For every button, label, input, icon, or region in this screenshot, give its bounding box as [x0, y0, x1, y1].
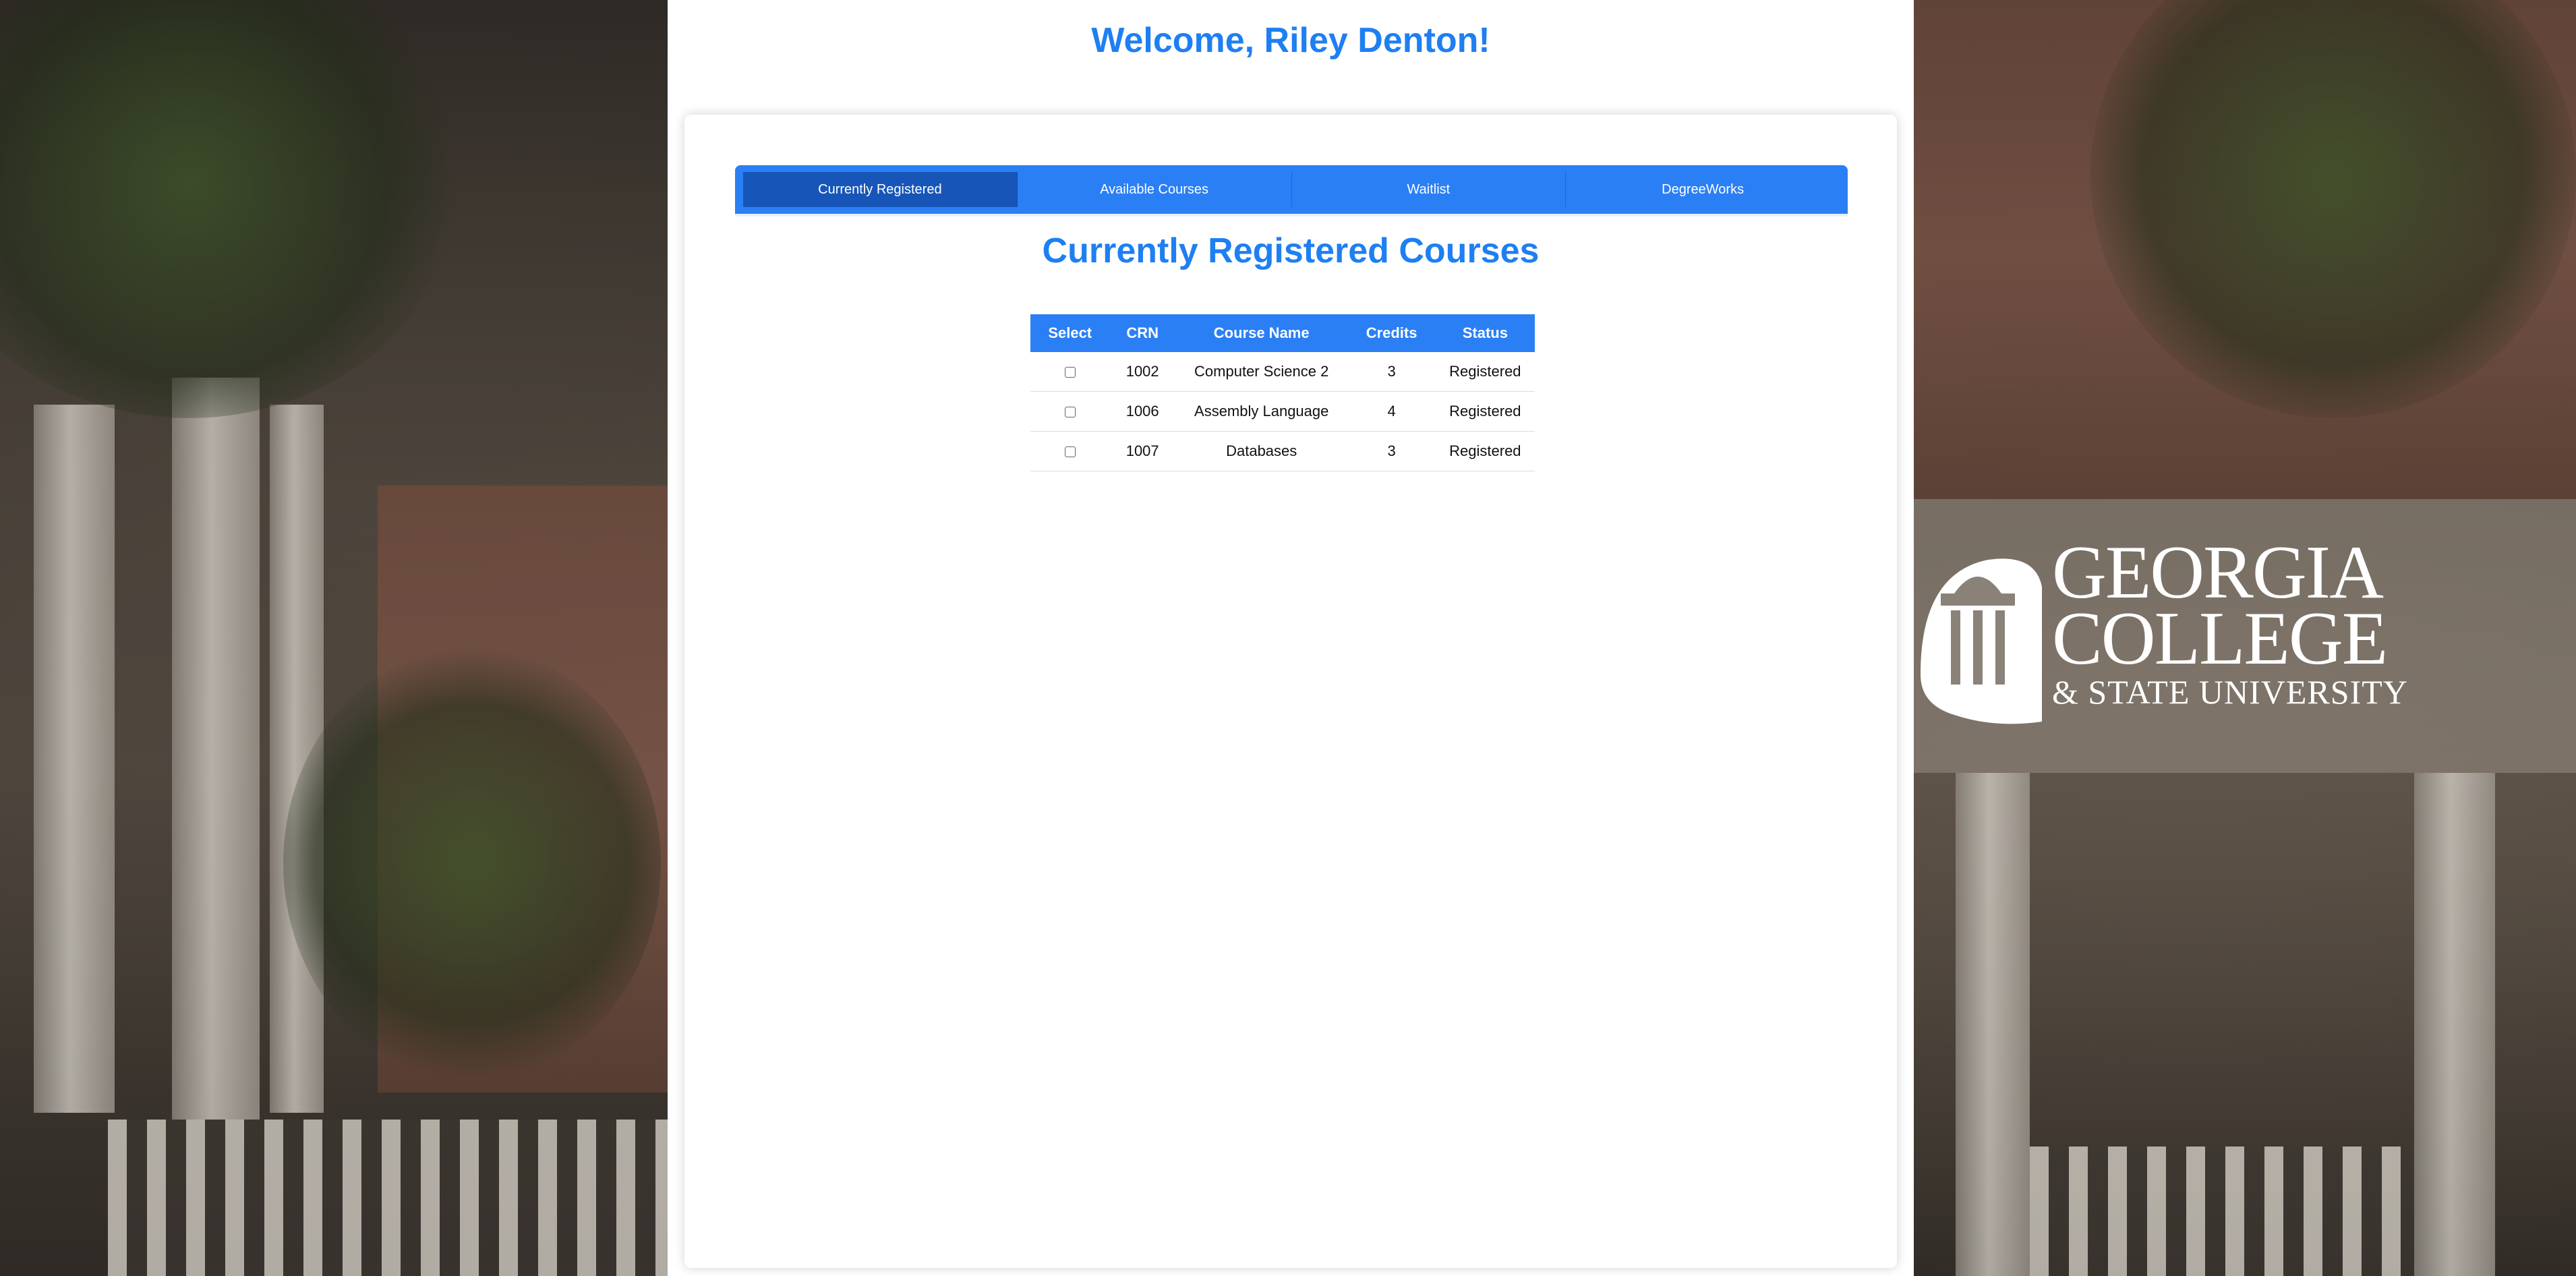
column-header-select: Select: [1030, 314, 1110, 352]
main-panel: Welcome, Riley Denton! Currently Registe…: [668, 0, 1914, 1276]
table-row: 1006 Assembly Language 4 Registered: [1030, 391, 1535, 432]
crn-cell: 1002: [1109, 352, 1175, 392]
tab-bar: Currently Registered Available Courses W…: [735, 165, 1848, 216]
welcome-heading: Welcome, Riley Denton!: [1091, 21, 1490, 60]
tree-foliage: [0, 0, 459, 418]
bush-foliage: [283, 647, 661, 1079]
university-logo: GEORGIA COLLEGE & STATE UNIVERSITY: [1914, 531, 2426, 735]
credits-cell: 4: [1347, 391, 1436, 432]
section-title: Currently Registered Courses: [1042, 231, 1540, 270]
dome-icon: [1921, 558, 2042, 724]
course-name-cell: Computer Science 2: [1175, 352, 1348, 392]
select-cell: [1030, 352, 1110, 392]
column-header-credits: Credits: [1347, 314, 1436, 352]
porch-column: [172, 378, 260, 1120]
content-card: Currently Registered Available Courses W…: [684, 115, 1897, 1268]
crn-cell: 1007: [1109, 431, 1175, 471]
logo-line-georgia: GEORGIA: [2052, 531, 2384, 614]
porch-railing: [108, 1120, 668, 1276]
select-checkbox[interactable]: [1064, 407, 1076, 418]
credits-cell: 3: [1347, 352, 1436, 392]
table-header-row: Select CRN Course Name Credits Status: [1030, 314, 1535, 352]
course-name-cell: Assembly Language: [1175, 391, 1348, 432]
select-cell: [1030, 391, 1110, 432]
column-header-crn: CRN: [1109, 314, 1175, 352]
logo-line-state-university: & STATE UNIVERSITY: [2052, 673, 2408, 711]
select-checkbox[interactable]: [1064, 446, 1076, 458]
porch-railing: [2030, 1147, 2414, 1276]
logo-wordmark: GEORGIA COLLEGE & STATE UNIVERSITY: [2052, 531, 2408, 712]
course-name-cell: Databases: [1175, 431, 1348, 471]
select-cell: [1030, 431, 1110, 471]
tab-currently-registered[interactable]: Currently Registered: [743, 172, 1018, 207]
credits-cell: 3: [1347, 431, 1436, 471]
porch-column: [1956, 773, 2030, 1276]
porch-column: [34, 405, 115, 1113]
logo-line-college: COLLEGE: [2052, 597, 2388, 680]
crn-cell: 1006: [1109, 391, 1175, 432]
porch-column: [2414, 773, 2495, 1276]
tab-degreeworks[interactable]: DegreeWorks: [1566, 172, 1840, 207]
table-row: 1007 Databases 3 Registered: [1030, 431, 1535, 471]
status-cell: Registered: [1435, 391, 1535, 432]
tab-waitlist[interactable]: Waitlist: [1292, 172, 1567, 207]
table-row: 1002 Computer Science 2 3 Registered: [1030, 352, 1535, 392]
status-cell: Registered: [1435, 431, 1535, 471]
registered-courses-table: Select CRN Course Name Credits Status 10…: [1030, 314, 1535, 471]
status-cell: Registered: [1435, 352, 1535, 392]
tab-available-courses[interactable]: Available Courses: [1018, 172, 1292, 207]
column-header-course-name: Course Name: [1175, 314, 1348, 352]
select-checkbox[interactable]: [1064, 367, 1076, 378]
column-header-status: Status: [1435, 314, 1535, 352]
